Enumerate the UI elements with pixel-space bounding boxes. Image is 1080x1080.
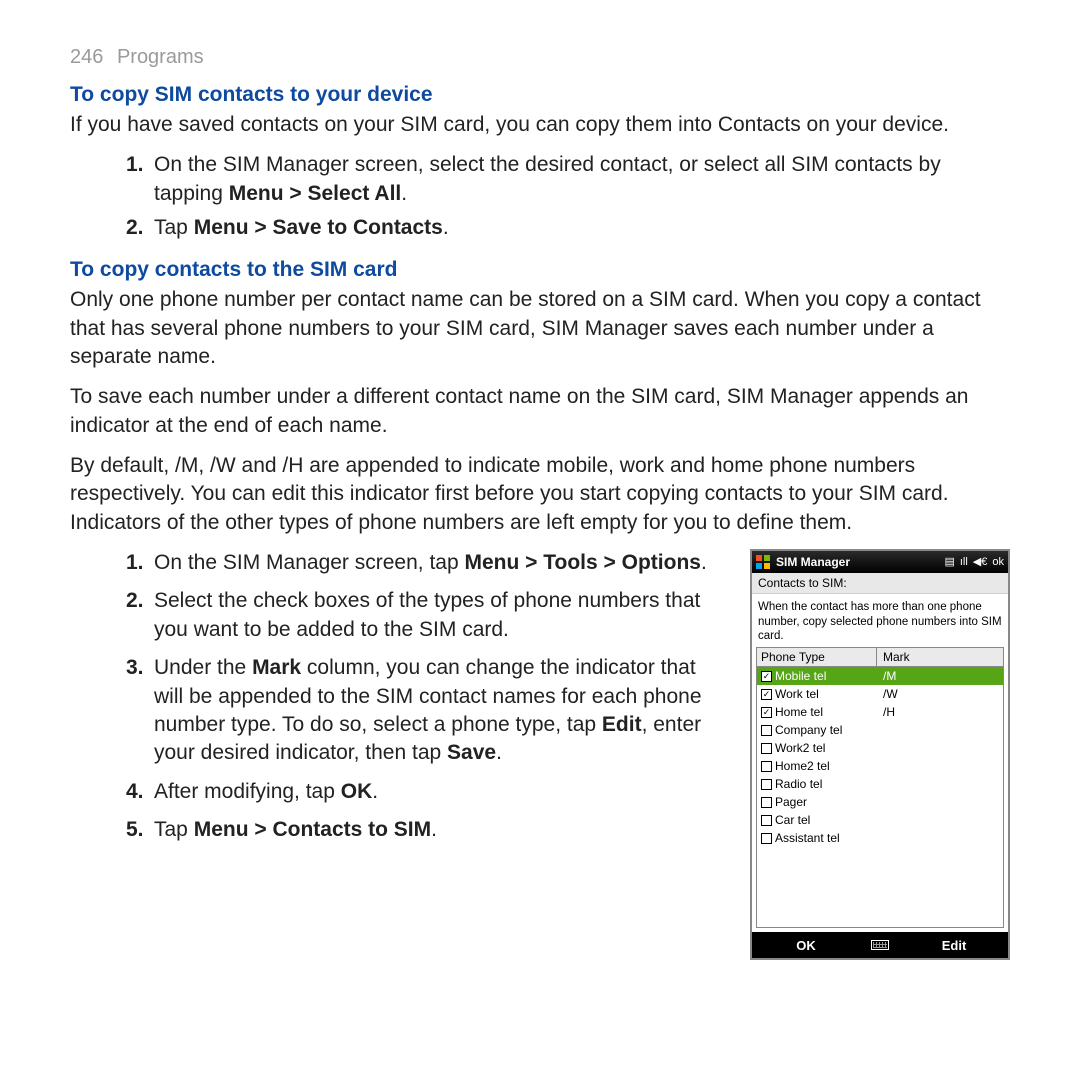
table-row[interactable]: ✓Mobile tel/M: [757, 667, 1003, 685]
step-body: On the SIM Manager screen, tap Menu > To…: [154, 549, 728, 577]
mark-value: [877, 830, 1003, 846]
step-body: Under the Mark column, you can change th…: [154, 654, 728, 767]
phone-app-title: SIM Manager: [776, 555, 938, 569]
page-number: 246: [70, 46, 103, 68]
mark-value: [877, 758, 1003, 774]
table-row[interactable]: ✓Home tel/H: [757, 703, 1003, 721]
phone-type-label: Radio tel: [775, 777, 822, 791]
table-row[interactable]: Car tel: [757, 811, 1003, 829]
col-mark: Mark: [877, 648, 1003, 666]
mark-value: /H: [877, 704, 1003, 720]
step-number: 1.: [126, 151, 154, 208]
list-item: 2. Tap Menu > Save to Contacts.: [126, 214, 1010, 242]
table-row[interactable]: ✓Work tel/W: [757, 685, 1003, 703]
list-item: 2.Select the check boxes of the types of…: [126, 587, 728, 644]
mark-value: [877, 794, 1003, 810]
chapter-title: Programs: [117, 46, 204, 68]
step-body: Tap Menu > Contacts to SIM.: [154, 816, 728, 844]
phone-type-label: Work tel: [775, 687, 819, 701]
phone-type-label: Home2 tel: [775, 759, 830, 773]
phone-description: When the contact has more than one phone…: [752, 594, 1008, 647]
mark-value: [877, 722, 1003, 738]
keyboard-icon[interactable]: [860, 938, 900, 953]
phone-type-label: Company tel: [775, 723, 842, 737]
phone-type-label: Mobile tel: [775, 669, 826, 683]
checkbox-icon[interactable]: ✓: [761, 707, 772, 718]
phone-subheader: Contacts to SIM:: [752, 573, 1008, 594]
checkbox-icon[interactable]: [761, 725, 772, 736]
list-item: 3.Under the Mark column, you can change …: [126, 654, 728, 767]
checkbox-icon[interactable]: [761, 743, 772, 754]
phone-type-label: Car tel: [775, 813, 810, 827]
step-body: Select the check boxes of the types of p…: [154, 587, 728, 644]
table-row[interactable]: Work2 tel: [757, 739, 1003, 757]
checkbox-icon[interactable]: [761, 761, 772, 772]
list-item: 1. On the SIM Manager screen, select the…: [126, 151, 1010, 208]
mark-value: /M: [877, 668, 1003, 684]
section-b-para-3: By default, /M, /W and /H are appended t…: [70, 452, 1010, 537]
ok-button[interactable]: ok: [992, 557, 1004, 568]
titlebar-status-icons: ▤ ıll ◀€ ok: [944, 557, 1004, 568]
section-b-steps: 1.On the SIM Manager screen, tap Menu > …: [126, 549, 728, 854]
softkey-ok[interactable]: OK: [752, 938, 860, 953]
step-number: 2.: [126, 587, 154, 644]
list-item: 4.After modifying, tap OK.: [126, 778, 728, 806]
signal-icon: ıll: [960, 557, 968, 568]
mark-value: [877, 740, 1003, 756]
step-number: 1.: [126, 549, 154, 577]
step-body: After modifying, tap OK.: [154, 778, 728, 806]
section-title-copy-to-device: To copy SIM contacts to your device: [70, 83, 1010, 107]
table-row[interactable]: Pager: [757, 793, 1003, 811]
phone-type-label: Pager: [775, 795, 807, 809]
mark-value: /W: [877, 686, 1003, 702]
section-b-para-2: To save each number under a different co…: [70, 383, 1010, 440]
list-item: 5.Tap Menu > Contacts to SIM.: [126, 816, 728, 844]
step-number: 3.: [126, 654, 154, 767]
phone-type-label: Assistant tel: [775, 831, 840, 845]
volume-icon: ◀€: [973, 557, 988, 568]
step-body: Tap Menu > Save to Contacts.: [154, 214, 1010, 242]
list-item: 1.On the SIM Manager screen, tap Menu > …: [126, 549, 728, 577]
checkbox-icon[interactable]: ✓: [761, 689, 772, 700]
phone-titlebar: SIM Manager ▤ ıll ◀€ ok: [752, 551, 1008, 573]
phone-menubar: OK Edit: [752, 932, 1008, 958]
checkbox-icon[interactable]: [761, 797, 772, 808]
table-row[interactable]: Company tel: [757, 721, 1003, 739]
checkbox-icon[interactable]: [761, 779, 772, 790]
table-row[interactable]: Home2 tel: [757, 757, 1003, 775]
phone-type-label: Home tel: [775, 705, 823, 719]
mark-value: [877, 812, 1003, 828]
softkey-edit[interactable]: Edit: [900, 938, 1008, 953]
checkbox-icon[interactable]: [761, 833, 772, 844]
section-a-intro: If you have saved contacts on your SIM c…: [70, 111, 1010, 139]
step-number: 4.: [126, 778, 154, 806]
phone-type-table: Phone Type Mark ✓Mobile tel/M✓Work tel/W…: [756, 647, 1004, 928]
col-phone-type: Phone Type: [757, 648, 877, 666]
table-row[interactable]: Radio tel: [757, 775, 1003, 793]
sim-manager-screenshot: SIM Manager ▤ ıll ◀€ ok Contacts to SIM:…: [750, 549, 1010, 960]
step-number: 2.: [126, 214, 154, 242]
table-header-row: Phone Type Mark: [757, 648, 1003, 667]
section-a-steps: 1. On the SIM Manager screen, select the…: [126, 151, 1010, 242]
table-row[interactable]: Assistant tel: [757, 829, 1003, 847]
checkbox-icon[interactable]: [761, 815, 772, 826]
section-title-copy-to-sim: To copy contacts to the SIM card: [70, 258, 1010, 282]
mark-value: [877, 776, 1003, 792]
step-number: 5.: [126, 816, 154, 844]
page-header: 246 Programs: [70, 46, 1010, 69]
sd-card-icon: ▤: [944, 557, 954, 568]
phone-type-label: Work2 tel: [775, 741, 825, 755]
section-b-para-1: Only one phone number per contact name c…: [70, 286, 1010, 371]
checkbox-icon[interactable]: ✓: [761, 671, 772, 682]
step-body: On the SIM Manager screen, select the de…: [154, 151, 1010, 208]
windows-flag-icon: [756, 555, 770, 569]
table-blank-area: [757, 847, 1003, 927]
